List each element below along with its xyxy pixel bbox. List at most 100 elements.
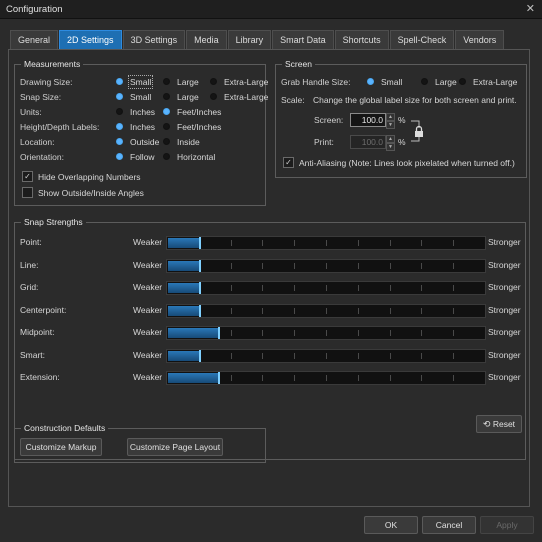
radio-option[interactable]: Follow [116, 150, 155, 164]
tab-general[interactable]: General [10, 30, 59, 49]
slider-thumb[interactable] [199, 349, 201, 362]
snap-strength-slider[interactable] [166, 258, 486, 273]
cancel-button[interactable]: Cancel [422, 516, 476, 534]
slider-thumb[interactable] [218, 327, 220, 339]
snap-strength-slider[interactable] [166, 236, 486, 250]
slider-thumb[interactable] [199, 259, 201, 272]
tab-2d-settings[interactable]: 2D Settings [59, 30, 122, 49]
slider-tick [421, 285, 422, 291]
radio-option[interactable]: Feet/Inches [163, 105, 221, 119]
anti-aliasing-checkbox[interactable]: ✓ Anti-Aliasing (Note: Lines look pixelat… [283, 156, 515, 170]
slider-tick [390, 352, 391, 359]
screen-scale-spinner[interactable]: ▲▼ [350, 113, 395, 129]
tab-smart-data[interactable]: Smart Data [272, 30, 334, 49]
radio-label: Feet/Inches [177, 107, 222, 117]
radio-label: Feet/Inches [177, 122, 222, 132]
screen-scale-input[interactable] [350, 113, 386, 127]
slider-tick [421, 262, 422, 269]
slider-tick [262, 307, 263, 314]
tab-shortcuts[interactable]: Shortcuts [334, 30, 389, 49]
weaker-label: Weaker [133, 349, 163, 360]
grab-handle-option[interactable]: Extra-Large [459, 75, 517, 89]
slider-tick [453, 262, 454, 269]
hide-overlapping-checkbox[interactable]: ✓ Hide Overlapping Numbers [22, 170, 141, 184]
slider-thumb[interactable] [199, 304, 201, 317]
slider-fill [168, 373, 219, 383]
arrow-down-icon[interactable]: ▼ [386, 121, 395, 129]
radio-option[interactable]: Inside [163, 135, 200, 149]
radio-option[interactable]: Feet/Inches [163, 120, 221, 134]
radio-option[interactable]: Small [116, 75, 154, 89]
slider-fill [168, 305, 200, 316]
ok-button[interactable]: OK [364, 516, 418, 534]
radio-dot-icon [116, 138, 123, 146]
tab-3d-settings[interactable]: 3D Settings [122, 30, 186, 49]
show-angles-checkbox[interactable]: Show Outside/Inside Angles [22, 186, 144, 200]
slider-thumb[interactable] [199, 237, 201, 249]
close-icon[interactable]: ✕ [526, 2, 535, 15]
measurements-group: Measurements Drawing Size: Small Large Extr… [14, 59, 268, 206]
lock-icon[interactable] [409, 117, 431, 147]
snap-label: Midpoint: [20, 327, 55, 337]
slider-tick [231, 352, 232, 359]
stronger-label: Stronger [488, 327, 521, 337]
tab-vendors[interactable]: Vendors [455, 30, 505, 49]
snap-label: Centerpoint: [20, 304, 67, 315]
radio-dot-icon [163, 78, 170, 86]
arrow-up-icon[interactable]: ▲ [386, 135, 395, 143]
radio-option[interactable]: Outside [116, 135, 159, 149]
snap-strength-slider[interactable] [166, 348, 486, 363]
print-scale-spinner[interactable]: ▲▼ [350, 135, 395, 151]
weaker-label: Weaker [133, 237, 163, 247]
weaker-label: Weaker [133, 327, 163, 337]
tab-media[interactable]: Media [186, 30, 227, 49]
customize-page-layout-button[interactable]: Customize Page Layout [127, 438, 223, 456]
radio-dot-icon [163, 108, 170, 116]
tab-spell-check[interactable]: Spell-Check [389, 30, 455, 49]
snap-strength-slider[interactable] [166, 303, 486, 318]
radio-option[interactable]: Large [163, 75, 199, 89]
radio-label: Extra-Large [224, 92, 269, 102]
radio-option[interactable]: Horizontal [163, 150, 215, 164]
slider-tick [326, 285, 327, 291]
reset-button[interactable]: ⟲ Reset [476, 415, 522, 433]
customize-markup-button[interactable]: Customize Markup [20, 438, 102, 456]
slider-tick [294, 307, 295, 314]
radio-dot-icon [367, 78, 374, 86]
radio-option[interactable]: Extra-Large [210, 90, 268, 104]
tab-library[interactable]: Library [227, 30, 272, 49]
print-scale-input[interactable] [350, 135, 386, 149]
slider-thumb[interactable] [218, 372, 220, 384]
slider-tick [453, 330, 454, 336]
grab-handle-row: Grab Handle Size: Small Large Extra-Large [281, 75, 521, 89]
radio-option[interactable]: Extra-Large [210, 75, 268, 89]
snap-label: Grid: [20, 282, 39, 292]
radio-label: Large [177, 92, 199, 102]
radio-option[interactable]: Inches [116, 105, 155, 119]
snap-strength-slider[interactable] [166, 371, 486, 385]
slider-thumb[interactable] [199, 282, 201, 294]
arrow-down-icon[interactable]: ▼ [386, 143, 395, 151]
title-bar: Configuration ✕ [0, 0, 542, 19]
radio-dot-icon [210, 78, 217, 86]
grab-handle-option[interactable]: Small [367, 75, 402, 89]
grab-handle-option[interactable]: Large [421, 75, 457, 89]
radio-label: Inside [177, 137, 200, 147]
slider-tick [421, 307, 422, 314]
apply-button[interactable]: Apply [480, 516, 534, 534]
radio-dot-icon [116, 108, 123, 116]
snap-strength-slider[interactable] [166, 326, 486, 340]
slider-tick [421, 330, 422, 336]
spinner-arrows[interactable]: ▲ ▼ [386, 135, 395, 151]
radio-label: Small [127, 75, 154, 89]
spinner-arrows[interactable]: ▲ ▼ [386, 113, 395, 129]
arrow-up-icon[interactable]: ▲ [386, 113, 395, 121]
radio-option[interactable]: Large [163, 90, 199, 104]
radio-option[interactable]: Inches [116, 120, 155, 134]
measurement-row: Location: Outside Inside [20, 135, 260, 149]
measurement-row-label: Orientation: [20, 152, 64, 162]
snap-strength-slider[interactable] [166, 281, 486, 295]
slider-tick [390, 307, 391, 314]
slider-tick [294, 262, 295, 269]
radio-option[interactable]: Small [116, 90, 151, 104]
